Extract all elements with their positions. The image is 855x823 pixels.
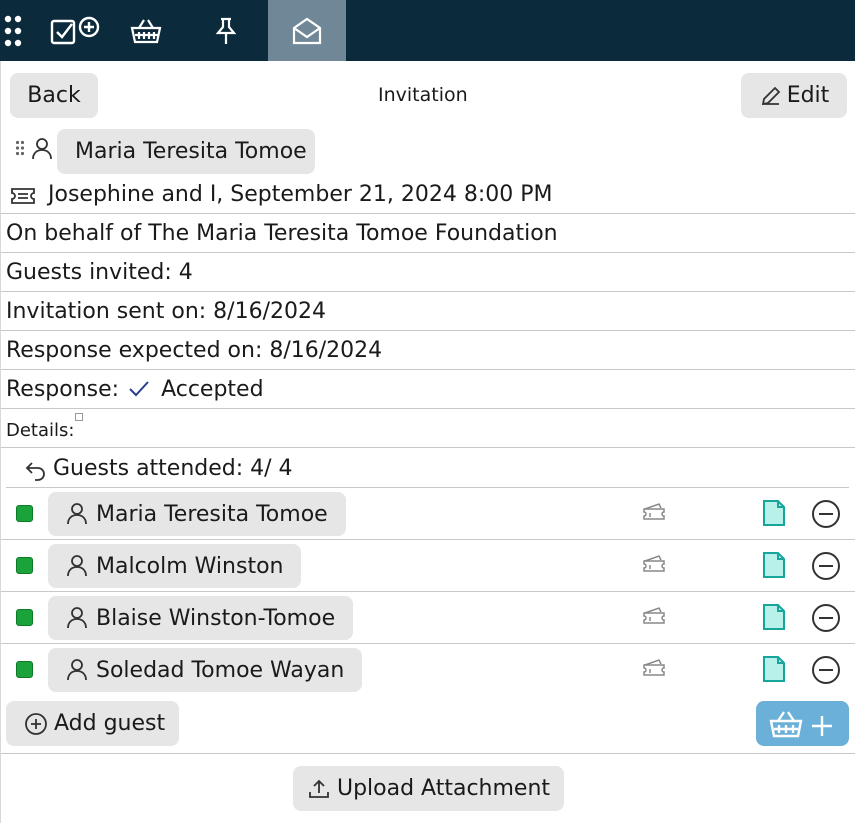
details-placeholder-icon[interactable] (75, 413, 84, 421)
guest-row: Soledad Tomoe Wayan (0, 644, 855, 696)
basket-plus-icon (769, 710, 832, 737)
guest-name: Soledad Tomoe Wayan (96, 657, 345, 683)
guests-invited-text: Guests invited: 4 (6, 259, 193, 285)
envelope-open-icon[interactable] (268, 0, 346, 61)
pin-icon[interactable] (206, 0, 246, 61)
check-icon (129, 381, 149, 397)
document-icon[interactable] (761, 498, 787, 528)
details-row: Details: (0, 409, 855, 448)
attended-checkbox[interactable] (16, 661, 33, 678)
person-icon (31, 137, 53, 165)
add-to-basket-button[interactable] (756, 701, 849, 746)
response-expected-row: Response expected on: 8/16/2024 (0, 331, 855, 370)
guest-row: Blaise Winston-Tomoe (0, 592, 855, 644)
remove-icon[interactable] (811, 499, 841, 529)
upload-attachment-label: Upload Attachment (336, 776, 551, 801)
remove-icon[interactable] (811, 655, 841, 685)
invitation-sent-text: Invitation sent on: 8/16/2024 (6, 298, 326, 324)
edit-button-label: Edit (786, 83, 830, 108)
back-button[interactable]: Back (10, 73, 98, 118)
host-name-chip[interactable]: Maria Teresita Tomoe (57, 129, 315, 174)
invitation-sent-row: Invitation sent on: 8/16/2024 (0, 292, 855, 331)
basket-icon[interactable] (126, 0, 166, 61)
add-guest-button[interactable]: Add guest (6, 701, 179, 746)
tickets-icon[interactable] (642, 657, 666, 679)
guest-name-chip[interactable]: Malcolm Winston (48, 544, 302, 588)
response-expected-text: Response expected on: 8/16/2024 (6, 337, 383, 363)
remove-icon[interactable] (811, 551, 841, 581)
upload-attachment-button[interactable]: Upload Attachment (293, 766, 564, 811)
top-toolbar (0, 0, 855, 61)
attended-checkbox[interactable] (16, 609, 33, 626)
attended-checkbox[interactable] (16, 505, 33, 522)
person-icon (67, 503, 87, 525)
back-button-label: Back (27, 83, 81, 108)
guests-invited-row: Guests invited: 4 (0, 253, 855, 292)
upload-icon (309, 779, 329, 798)
guests-attended-text: Guests attended: 4/ 4 (53, 456, 293, 481)
on-behalf-row: On behalf of The Maria Teresita Tomoe Fo… (0, 214, 855, 253)
ticket-icon (10, 185, 36, 211)
host-name: Maria Teresita Tomoe (75, 139, 307, 164)
details-label: Details: (6, 420, 75, 441)
guest-name: Maria Teresita Tomoe (96, 501, 328, 527)
remove-icon[interactable] (811, 603, 841, 633)
tickets-icon[interactable] (642, 553, 666, 575)
pencil-icon (761, 86, 780, 105)
checklist-add-icon[interactable] (46, 0, 106, 61)
document-icon[interactable] (761, 602, 787, 632)
guest-row: Malcolm Winston (0, 540, 855, 592)
drag-handle-icon[interactable] (15, 140, 25, 160)
plus-circle-icon (25, 712, 47, 735)
undo-icon[interactable] (24, 459, 48, 485)
grid-icon[interactable] (0, 0, 26, 61)
person-icon (67, 659, 87, 681)
guest-name-chip[interactable]: Blaise Winston-Tomoe (48, 596, 354, 640)
person-icon (67, 555, 87, 577)
edit-button[interactable]: Edit (741, 73, 847, 118)
guest-name-chip[interactable]: Maria Teresita Tomoe (48, 492, 346, 536)
document-icon[interactable] (761, 550, 787, 580)
page-title: Invitation (378, 84, 468, 106)
guest-name: Blaise Winston-Tomoe (96, 605, 336, 631)
document-icon[interactable] (761, 654, 787, 684)
guest-row: Maria Teresita Tomoe (0, 488, 855, 540)
tickets-icon[interactable] (642, 605, 666, 627)
response-label: Response: (6, 376, 120, 402)
tickets-icon[interactable] (642, 501, 666, 523)
attended-checkbox[interactable] (16, 557, 33, 574)
event-text: Josephine and I, September 21, 2024 8:00… (48, 182, 553, 207)
on-behalf-text: On behalf of The Maria Teresita Tomoe Fo… (6, 220, 558, 246)
guest-name-chip[interactable]: Soledad Tomoe Wayan (48, 648, 363, 692)
response-value: Accepted (161, 376, 264, 402)
person-icon (67, 607, 87, 629)
guest-name: Malcolm Winston (96, 553, 284, 579)
add-guest-label: Add guest (54, 711, 166, 736)
response-row: Response: Accepted (0, 370, 855, 409)
